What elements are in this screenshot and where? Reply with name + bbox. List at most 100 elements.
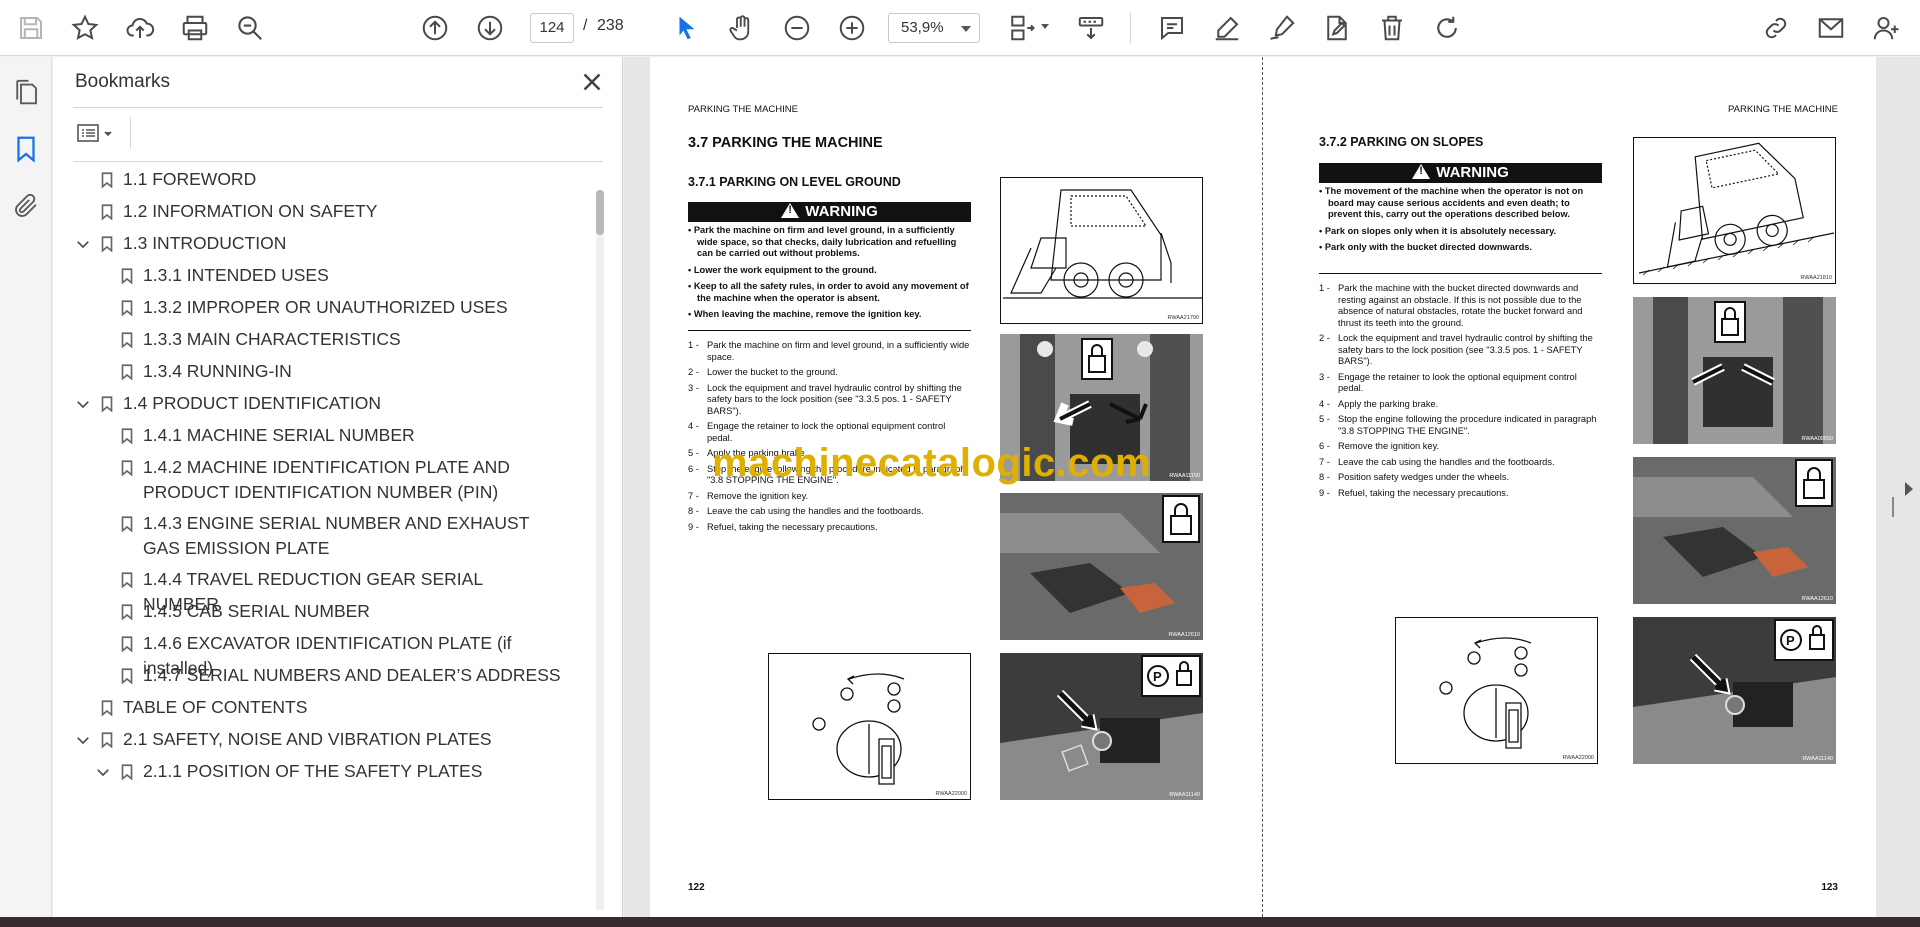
attachments-button[interactable] bbox=[11, 191, 41, 221]
navigation-rail bbox=[0, 57, 52, 917]
figure-code: RWAA09550 bbox=[1801, 436, 1834, 442]
page-number-input[interactable]: 124 bbox=[530, 13, 574, 43]
highlight-button[interactable] bbox=[1208, 9, 1246, 47]
scrollbar-thumb[interactable] bbox=[596, 190, 604, 235]
scroll-mode-icon bbox=[1078, 17, 1104, 40]
bookmark-options-button[interactable] bbox=[75, 118, 121, 148]
bookmark-flag-icon bbox=[121, 604, 133, 621]
bookmark-label: 1.3 INTRODUCTION bbox=[123, 233, 287, 253]
share-upload-button[interactable] bbox=[121, 9, 159, 47]
expand-chevron-icon[interactable] bbox=[74, 731, 92, 749]
warning-bullet: • Park the machine on firm and level gro… bbox=[688, 225, 957, 258]
page-thumbnails-button[interactable] bbox=[11, 77, 41, 107]
page-fit-button[interactable] bbox=[1002, 9, 1040, 47]
bookmark-flag-icon bbox=[101, 236, 113, 253]
zoom-in-button[interactable] bbox=[833, 9, 871, 47]
close-panel-button[interactable] bbox=[577, 67, 607, 97]
share-link-button[interactable] bbox=[1757, 9, 1795, 47]
redo-button[interactable] bbox=[1428, 9, 1466, 47]
procedure-step: 4 - Apply the parking brake. bbox=[1319, 399, 1602, 411]
warning-label: WARNING bbox=[1436, 164, 1509, 181]
bookmarks-button[interactable] bbox=[11, 134, 41, 164]
bookmarks-scrollbar[interactable] bbox=[596, 190, 604, 910]
draw-button[interactable] bbox=[1263, 9, 1301, 47]
fit-page-icon bbox=[1011, 15, 1035, 41]
expand-chevron-icon[interactable] bbox=[74, 235, 92, 253]
bookmark-flag-icon bbox=[121, 332, 133, 349]
step-number: 2 - bbox=[688, 367, 699, 377]
right-scroll-indicator[interactable] bbox=[1892, 497, 1894, 517]
delete-button[interactable] bbox=[1373, 9, 1411, 47]
select-tool-button[interactable] bbox=[668, 9, 706, 47]
procedure-step: 5 - Stop the engine following the procedu… bbox=[1319, 414, 1602, 437]
step-number: 9 - bbox=[688, 521, 699, 532]
bookmark-flag-icon bbox=[121, 764, 133, 781]
email-button[interactable] bbox=[1812, 9, 1850, 47]
step-number: 6 - bbox=[688, 463, 699, 474]
find-button[interactable] bbox=[231, 9, 269, 47]
parking-brake-photo: P bbox=[1633, 617, 1836, 764]
figure-code: RWAA12610 bbox=[1801, 596, 1834, 602]
step-number: 7 - bbox=[688, 490, 699, 501]
figure-ignition-key: RWAA22000 bbox=[768, 653, 971, 800]
bookmark-label: 1.4 PRODUCT IDENTIFICATION bbox=[123, 393, 381, 413]
step-text: Position safety wedges under the wheels. bbox=[1338, 472, 1510, 482]
photo-pedal-retainer: RWAA12610 bbox=[1633, 457, 1836, 604]
expand-chevron-icon[interactable] bbox=[74, 395, 92, 413]
document-page-left: PARKING THE MACHINE 3.7 PARKING THE MACH… bbox=[650, 57, 1263, 917]
svg-text:P: P bbox=[1786, 633, 1795, 648]
ignition-key-drawing bbox=[812, 673, 905, 785]
rotate-arrow-icon bbox=[1437, 16, 1457, 38]
previous-page-button[interactable] bbox=[416, 9, 454, 47]
warning-end-rule bbox=[1319, 273, 1602, 274]
photo-safety-bars: RWAA09550 bbox=[1633, 297, 1836, 444]
zoom-out-button[interactable] bbox=[778, 9, 816, 47]
save-icon bbox=[20, 17, 42, 39]
step-text: Remove the ignition key. bbox=[1338, 441, 1440, 451]
subsection-title: 3.7.2 PARKING ON SLOPES bbox=[1319, 135, 1484, 149]
warning-bullets: • The movement of the machine when the o… bbox=[1319, 186, 1602, 259]
zoom-select[interactable]: 53,9% bbox=[888, 13, 980, 43]
warning-bullet: • Park only with the bucket directed dow… bbox=[1319, 242, 1532, 252]
bookmark-tree: 1.1 FOREWORD 1.2 INFORMATION ON SAFETY 1.3… bbox=[73, 167, 603, 917]
upload-cloud-icon bbox=[126, 17, 155, 38]
comment-button[interactable] bbox=[1153, 9, 1191, 47]
figure-ignition-key: RWAA22000 bbox=[1395, 617, 1598, 764]
step-text: Lock the equipment and travel hydraulic … bbox=[707, 382, 962, 416]
bookmark-label: 1.4.1 MACHINE SERIAL NUMBER bbox=[143, 425, 415, 445]
bookmark-ribbon-icon bbox=[17, 136, 35, 163]
expand-chevron-icon[interactable] bbox=[94, 763, 112, 781]
account-button[interactable] bbox=[1867, 9, 1905, 47]
fit-dropdown-chevron-icon[interactable] bbox=[1041, 24, 1049, 29]
step-number: 4 - bbox=[688, 421, 699, 431]
next-page-button[interactable] bbox=[471, 9, 509, 47]
figure-code: RWAA22000 bbox=[1562, 755, 1595, 761]
procedure-step: 3 - Engage the retainer to look the optio… bbox=[1319, 372, 1602, 395]
edit-pdf-button[interactable] bbox=[1318, 9, 1356, 47]
bookmark-flag-icon bbox=[101, 172, 113, 189]
bookmark-label: 1.2 INFORMATION ON SAFETY bbox=[123, 201, 378, 221]
expand-right-pane-chevron-icon[interactable] bbox=[1905, 482, 1913, 496]
step-number: 5 - bbox=[1319, 414, 1330, 424]
step-text: Refuel, taking the necessary precautions… bbox=[707, 521, 878, 532]
keyboard-scroll-button[interactable] bbox=[1072, 9, 1110, 47]
toolbar: 124 / 238 53,9% bbox=[0, 0, 1920, 56]
bookmark-star-button[interactable] bbox=[66, 9, 104, 47]
figure-code: RWAA11140 bbox=[1169, 792, 1200, 798]
bookmark-label: 1.4.2 MACHINE IDENTIFICATION PLATE AND P… bbox=[143, 457, 510, 502]
print-button[interactable] bbox=[176, 9, 214, 47]
procedure-step: 2 - Lock the equipment and travel hydraul… bbox=[1319, 333, 1602, 368]
ignition-key-drawing bbox=[1439, 637, 1532, 749]
bookmark-label: 1.3.1 INTENDED USES bbox=[143, 265, 329, 285]
procedure-step: 1 - Park the machine with the bucket dire… bbox=[1319, 283, 1602, 329]
save-button[interactable] bbox=[12, 9, 50, 47]
hand-tool-button[interactable] bbox=[723, 9, 761, 47]
bookmark-flag-icon bbox=[121, 268, 133, 285]
bookmark-label: 1.4.3 ENGINE SERIAL NUMBER AND EXHAUST G… bbox=[143, 513, 530, 558]
bookmark-flag-icon bbox=[121, 300, 133, 317]
bookmark-flag-icon bbox=[121, 428, 133, 445]
watermark: machinecatalogic.com bbox=[712, 441, 1152, 485]
procedure-step: 9 - Refuel, taking the necessary precauti… bbox=[688, 522, 971, 534]
close-icon bbox=[583, 73, 601, 91]
document-view[interactable]: PARKING THE MACHINE 3.7 PARKING THE MACH… bbox=[624, 57, 1920, 917]
